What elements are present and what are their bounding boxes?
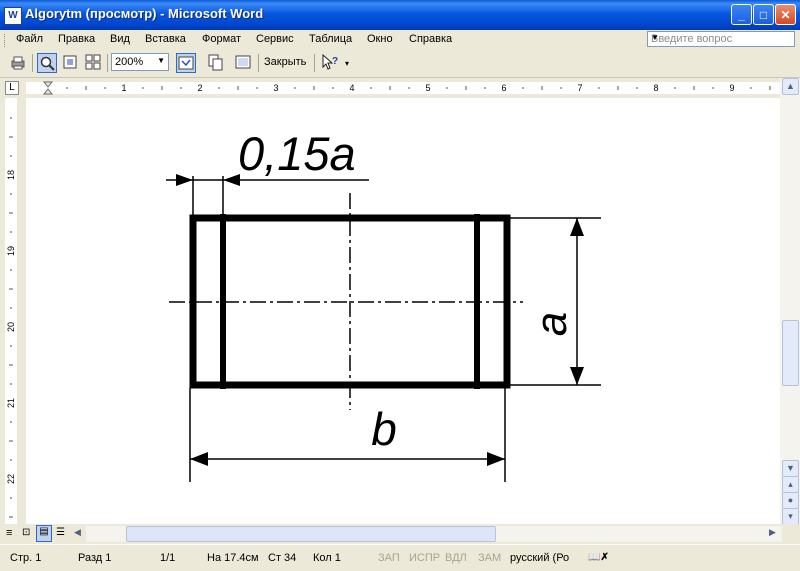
menu-format[interactable]: Формат <box>202 33 241 45</box>
horizontal-bar: ≡ ⊡ ▤ ☰ ◀ ▶ <box>0 524 800 544</box>
status-line: Ст 34 <box>268 552 297 564</box>
svg-text:?: ? <box>332 56 338 67</box>
menu-window[interactable]: Окно <box>367 33 393 45</box>
one-page-button[interactable] <box>61 53 81 73</box>
right-arrow-top <box>570 218 584 236</box>
ruler-number: 20 <box>6 322 16 332</box>
ruler-number: 19 <box>6 246 16 256</box>
menu-view[interactable]: Вид <box>110 33 130 45</box>
bottom-arrow-left <box>190 452 208 466</box>
vertical-scroll-thumb[interactable] <box>782 320 799 386</box>
menu-insert[interactable]: Вставка <box>145 33 186 45</box>
scroll-up-button[interactable]: ▲ <box>782 78 799 95</box>
horizontal-ruler[interactable]: L 1 2 3 4 5 6 7 8 9 <box>0 78 800 98</box>
chevron-down-icon[interactable]: ▼ <box>651 33 791 42</box>
status-section: Разд 1 <box>78 552 112 564</box>
outline-view-icon[interactable]: ☰ <box>56 527 65 538</box>
ruler-number: 18 <box>6 170 16 180</box>
status-language: русский (Ро <box>510 552 570 564</box>
ruler-number: 5 <box>425 83 430 93</box>
printer-icon <box>11 56 25 70</box>
menu-file[interactable]: Файл <box>16 33 43 45</box>
ask-question-box[interactable]: Введите вопрос ▼ <box>647 31 795 47</box>
full-screen-icon <box>235 55 251 69</box>
close-preview-button[interactable]: Закрыть <box>264 56 306 68</box>
zoom-dropdown[interactable]: 200% ▼ <box>111 53 169 71</box>
status-bar: Стр. 1 Разд 1 1/1 На 17.4см Ст 34 Кол 1 … <box>0 544 800 571</box>
scroll-right-icon[interactable]: ▶ <box>769 527 776 538</box>
status-overtype[interactable]: ЗАМ <box>478 552 501 564</box>
ruler-number: 7 <box>577 83 582 93</box>
window-title: Algorytm (просмотр) - Microsoft Word <box>25 6 264 21</box>
status-record[interactable]: ЗАП <box>378 552 400 564</box>
one-page-icon <box>63 55 77 69</box>
top-arrow-left <box>176 174 193 186</box>
scroll-left-icon[interactable]: ◀ <box>74 527 81 538</box>
ruler-number: 1 <box>121 83 126 93</box>
previous-page-button[interactable]: ▴ <box>782 476 799 493</box>
print-layout-view-icon[interactable]: ▤ <box>36 525 52 542</box>
toolbar-options-chevron-icon[interactable]: ▾ <box>345 59 349 68</box>
status-pages: 1/1 <box>160 552 176 564</box>
ruler-number: 2 <box>197 83 202 93</box>
minimize-button[interactable]: _ <box>731 4 752 25</box>
status-extend[interactable]: ВДЛ <box>445 552 467 564</box>
multiple-pages-icon <box>85 54 101 70</box>
zoom-value: 200% <box>115 56 144 68</box>
ruler-icon <box>178 56 194 70</box>
spelling-status-icon[interactable]: 📖✗ <box>588 552 609 563</box>
scroll-down-button[interactable]: ▼ <box>782 460 799 477</box>
technical-drawing: 0,15a a b <box>166 127 601 482</box>
ruler-number: 22 <box>6 474 16 484</box>
status-page: Стр. 1 <box>10 552 42 564</box>
menu-tools[interactable]: Сервис <box>256 33 294 45</box>
view-ruler-button[interactable] <box>176 53 196 73</box>
maximize-button[interactable]: □ <box>753 4 774 25</box>
close-window-button[interactable]: ✕ <box>775 4 796 25</box>
document-page[interactable]: 0,15a a b <box>26 98 780 524</box>
ruler-number: 21 <box>6 398 16 408</box>
dimension-label-0-15a: 0,15a <box>238 127 356 180</box>
vertical-ruler-ticks: 18 19 20 21 22 <box>6 117 16 518</box>
title-bar: W Algorytm (просмотр) - Microsoft Word _… <box>0 0 800 30</box>
menu-grip-handle[interactable] <box>4 34 8 47</box>
shrink-to-fit-icon <box>208 54 223 71</box>
chevron-down-icon: ▼ <box>157 56 165 65</box>
shrink-to-fit-button[interactable] <box>206 53 226 73</box>
magnifier-button[interactable] <box>37 53 57 73</box>
dimension-label-a: a <box>527 312 576 336</box>
next-page-button[interactable]: ▾ <box>782 508 799 525</box>
ruler-number: 3 <box>273 83 278 93</box>
status-track-changes[interactable]: ИСПР <box>409 552 440 564</box>
ruler-number: 4 <box>349 83 354 93</box>
horizontal-scroll-track[interactable] <box>86 526 782 542</box>
ruler-number: 6 <box>501 83 506 93</box>
select-browse-object-button[interactable]: ● <box>782 492 799 509</box>
normal-view-icon[interactable]: ≡ <box>6 527 12 539</box>
context-help-button[interactable]: ? <box>320 53 340 73</box>
menu-table[interactable]: Таблица <box>309 33 352 45</box>
ruler-number: 8 <box>653 83 658 93</box>
horizontal-scroll-thumb[interactable] <box>126 526 496 542</box>
vertical-ruler[interactable]: 18 19 20 21 22 <box>0 98 26 524</box>
menu-help[interactable]: Справка <box>409 33 452 45</box>
menu-edit[interactable]: Правка <box>58 33 95 45</box>
word-app-icon[interactable]: W <box>4 7 22 25</box>
ruler-number: 9 <box>729 83 734 93</box>
web-layout-view-icon[interactable]: ⊡ <box>22 527 30 538</box>
full-screen-button[interactable] <box>234 53 254 73</box>
help-pointer-icon: ? <box>322 53 338 70</box>
magnifier-icon <box>40 56 55 71</box>
bottom-arrow-right <box>487 452 505 466</box>
ruler-ticks: 1 2 3 4 5 6 7 8 9 <box>42 81 771 95</box>
multiple-pages-button[interactable] <box>84 53 104 73</box>
status-column: Кол 1 <box>313 552 341 564</box>
dimension-label-b: b <box>371 403 397 455</box>
right-arrow-bottom <box>570 367 584 385</box>
print-button[interactable] <box>8 53 28 73</box>
vertical-scrollbar[interactable]: ▲ ▼ ▴ ● ▾ <box>780 78 800 525</box>
status-position: На 17.4см <box>207 552 259 564</box>
